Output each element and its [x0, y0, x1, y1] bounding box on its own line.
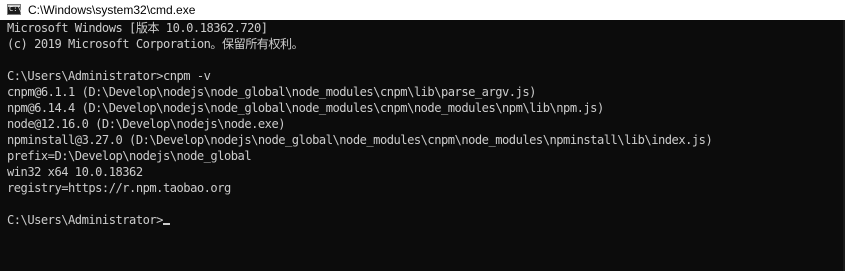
console-line: prefix=D:\Develop\nodejs\node_global — [7, 149, 252, 163]
console-line: C:\Users\Administrator>cnpm -v — [7, 69, 211, 83]
console-line: (c) 2019 Microsoft Corporation。保留所有权利。 — [7, 37, 304, 51]
console-line: node@12.16.0 (D:\Develop\nodejs\node.exe… — [7, 117, 286, 131]
window-title: C:\Windows\system32\cmd.exe — [28, 3, 196, 17]
console-output[interactable]: Microsoft Windows [版本 10.0.18362.720] (c… — [0, 20, 845, 271]
console-line: Microsoft Windows [版本 10.0.18362.720] — [7, 21, 268, 35]
console-prompt-line[interactable]: C:\Users\Administrator> — [7, 212, 712, 228]
title-bar[interactable]: C:\ C:\Windows\system32\cmd.exe — [0, 0, 845, 21]
console-line: registry=https://r.npm.taobao.org — [7, 181, 231, 195]
cmd-window: C:\ C:\Windows\system32\cmd.exe Microsof… — [0, 0, 845, 271]
cmd-icon[interactable]: C:\ — [7, 4, 22, 15]
text-cursor — [162, 223, 170, 225]
console-line: npminstall@3.27.0 (D:\Develop\nodejs\nod… — [7, 133, 713, 147]
console-line: npm@6.14.4 (D:\Develop\nodejs\node_globa… — [7, 101, 604, 115]
console-line: cnpm@6.1.1 (D:\Develop\nodejs\node_globa… — [7, 85, 536, 99]
console-line: win32 x64 10.0.18362 — [7, 165, 143, 179]
console-lines: Microsoft Windows [版本 10.0.18362.720] (c… — [7, 20, 713, 228]
console-prompt: C:\Users\Administrator> — [7, 213, 163, 227]
